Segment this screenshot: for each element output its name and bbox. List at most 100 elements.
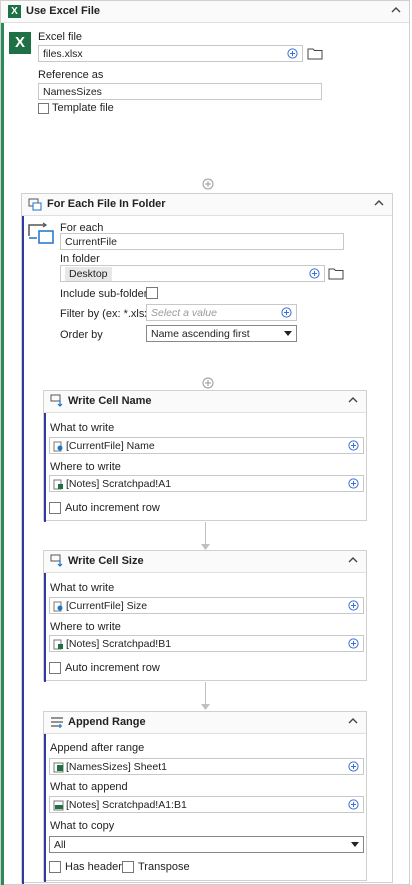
chevron-up-icon[interactable] [372,196,386,210]
include-subfolders-label: Include sub-folders [60,288,153,300]
auto-increment-checkbox[interactable] [49,662,61,674]
file-variable-icon [53,601,63,612]
flow-arrow-icon [201,704,210,710]
append-after-label: Append after range [50,742,145,754]
folder-icon [328,268,344,280]
add-step-icon[interactable] [202,377,214,389]
auto-increment-label: Auto increment row [65,502,160,514]
what-to-write-value: [CurrentFile] Size [66,600,148,612]
browse-folder-button[interactable] [327,265,345,282]
what-to-copy-select[interactable]: All [49,836,364,853]
write-name-title: Write Cell Name [68,395,152,407]
dropdown-arrow-icon [284,331,292,336]
write-cell-size-card: Write Cell Size What to write [CurrentFi… [43,550,367,682]
order-by-label: Order by [60,329,103,341]
in-folder-label: In folder [60,253,100,265]
what-to-copy-label: What to copy [50,820,115,832]
filter-placeholder: Select a value [151,307,217,319]
chevron-up-icon[interactable] [346,553,360,567]
filter-label: Filter by (ex: *.xlsx) [60,308,154,320]
file-variable-icon [53,441,63,452]
folder-icon [307,48,323,60]
write-cell-name-card: Write Cell Name What to write [CurrentFi… [43,390,367,522]
excel-file-field[interactable]: files.xlsx [38,45,303,62]
what-to-write-label: What to write [50,582,115,594]
use-excel-accent [1,1,4,885]
what-to-write-field[interactable]: [CurrentFile] Name [49,437,364,454]
append-range-icon [51,717,63,728]
for-each-large-icon [28,222,54,244]
add-value-icon[interactable] [348,440,359,451]
add-step-icon[interactable] [202,178,214,190]
for-each-header[interactable]: For Each File In Folder [22,194,392,216]
use-excel-header[interactable]: X Use Excel File [1,1,409,23]
auto-increment-label: Auto increment row [65,662,160,674]
chevron-up-icon[interactable] [346,714,360,728]
template-file-label: Template file [52,102,114,114]
write-name-header[interactable]: Write Cell Name [44,391,366,413]
for-each-field[interactable]: CurrentFile [60,233,344,250]
add-value-icon[interactable] [348,761,359,772]
what-to-append-label: What to append [50,781,128,793]
excel-sheet-icon [53,762,64,773]
where-to-write-value: [Notes] Scratchpad!A1 [66,478,172,490]
excel-file-label: Excel file [38,31,83,43]
include-subfolders-checkbox[interactable] [146,287,158,299]
add-value-icon[interactable] [348,478,359,489]
order-by-value: Name ascending first [151,328,250,340]
browse-folder-button[interactable] [306,45,324,62]
dropdown-arrow-icon [351,842,359,847]
append-title: Append Range [68,716,146,728]
reference-value: NamesSizes [43,86,102,98]
add-value-icon[interactable] [287,48,298,59]
append-after-value: [NamesSizes] Sheet1 [66,761,167,773]
has-headers-label: Has headers [65,861,128,873]
append-range-card: Append Range Append after range [NamesSi… [43,711,367,882]
where-to-write-label: Where to write [50,461,121,473]
has-headers-checkbox[interactable] [49,861,61,873]
add-value-icon[interactable] [281,307,292,318]
for-each-accent [22,194,24,884]
what-to-write-value: [CurrentFile] Name [66,440,155,452]
in-folder-field[interactable]: Desktop [60,265,325,282]
what-to-append-value: [Notes] Scratchpad!A1:B1 [66,799,187,811]
excel-file-value: files.xlsx [43,48,83,60]
chevron-up-icon[interactable] [389,3,403,17]
loop-icon [28,198,42,211]
use-excel-title: Use Excel File [26,5,100,17]
write-size-header[interactable]: Write Cell Size [44,551,366,573]
add-value-icon[interactable] [348,600,359,611]
chevron-up-icon[interactable] [346,393,360,407]
where-to-write-value: [Notes] Scratchpad!B1 [66,638,172,650]
excel-small-icon: X [8,5,21,18]
auto-increment-checkbox[interactable] [49,502,61,514]
for-each-value: CurrentFile [65,236,117,248]
what-to-copy-value: All [54,839,66,851]
template-file-checkbox[interactable] [38,103,49,114]
transpose-checkbox[interactable] [122,861,134,873]
excel-cell-icon [53,479,63,490]
order-by-select[interactable]: Name ascending first [146,325,297,342]
write-cell-icon [50,394,63,407]
where-to-write-label: Where to write [50,621,121,633]
where-to-write-field[interactable]: [Notes] Scratchpad!A1 [49,475,364,492]
append-accent [44,712,46,882]
excel-cell-icon [53,639,63,650]
what-to-append-field[interactable]: [Notes] Scratchpad!A1:B1 [49,796,364,813]
reference-field[interactable]: NamesSizes [38,83,322,100]
what-to-write-field[interactable]: [CurrentFile] Size [49,597,364,614]
append-header[interactable]: Append Range [44,712,366,734]
excel-large-icon: X [9,32,31,54]
for-each-title: For Each File In Folder [47,198,166,210]
filter-field[interactable]: Select a value [146,304,297,321]
where-to-write-field[interactable]: [Notes] Scratchpad!B1 [49,635,364,652]
what-to-write-label: What to write [50,422,115,434]
append-after-field[interactable]: [NamesSizes] Sheet1 [49,758,364,775]
reference-label: Reference as [38,69,104,81]
write-cell-icon [50,554,63,567]
add-value-icon[interactable] [348,638,359,649]
write-size-title: Write Cell Size [68,555,144,567]
transpose-label: Transpose [138,861,190,873]
add-value-icon[interactable] [348,799,359,810]
add-value-icon[interactable] [309,268,320,279]
